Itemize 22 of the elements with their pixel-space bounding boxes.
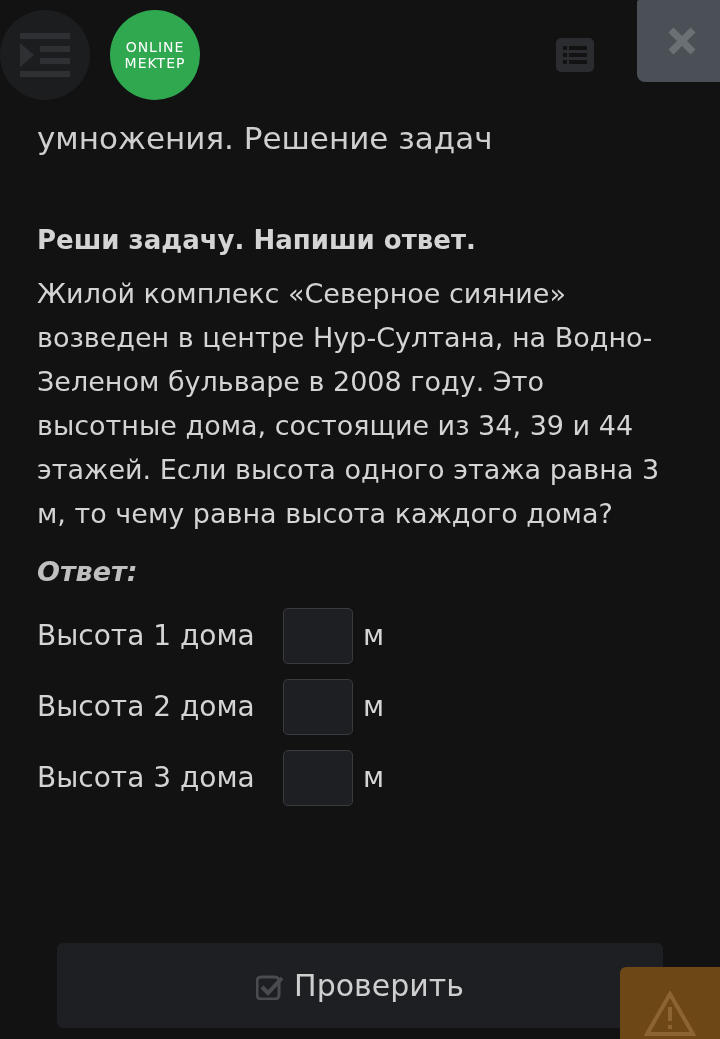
warning-icon (644, 991, 696, 1037)
answer-field[interactable] (283, 750, 353, 806)
answer-field[interactable] (283, 679, 353, 735)
unit-label: м (363, 689, 385, 725)
list-button[interactable] (556, 38, 594, 72)
unit-label: м (363, 760, 385, 796)
logo-text: MEKTEP (124, 55, 186, 71)
answer-row-label: Высота 2 дома (37, 689, 256, 725)
answer-label: Ответ: (37, 555, 139, 589)
unit-label: м (363, 618, 385, 654)
close-button[interactable] (637, 0, 720, 82)
task-text: Жилой комплекс «Северное сияние» возведен в центре Нур-Султана, на Водно-Зеленом бульваре в 2008 году. Это высотные дома, состоящие из 34, 39 и 44 этажей. Если высота одного этажа равна 3 м, то чему равна высота каждого дома? (37, 277, 661, 531)
answer-row-label: Высота 1 дома (37, 618, 256, 654)
answer-field[interactable] (283, 608, 353, 664)
answer-row-label: Высота 3 дома (37, 760, 256, 796)
lesson-title: умножения. Решение задач (37, 119, 494, 158)
logo-text: ONLINE (125, 39, 185, 55)
warning-button[interactable] (620, 967, 720, 1039)
check-button[interactable]: Проверить (57, 943, 663, 1028)
task-heading: Реши задачу. Напиши ответ. (37, 224, 477, 257)
list-icon (563, 46, 587, 64)
close-icon (667, 26, 697, 56)
